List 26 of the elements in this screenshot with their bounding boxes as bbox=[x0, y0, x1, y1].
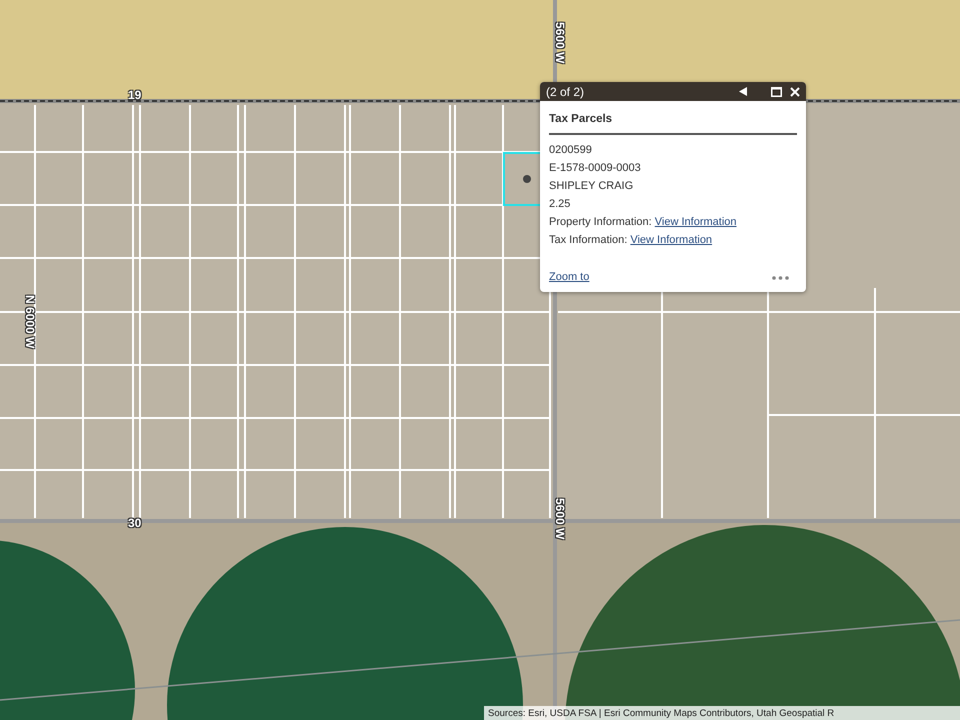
ellipsis-icon bbox=[772, 276, 789, 280]
field-label: Property Information: bbox=[549, 216, 653, 228]
zoom-to-link[interactable]: Zoom to bbox=[549, 269, 590, 286]
close-button[interactable] bbox=[790, 86, 800, 96]
road-label: N 6000 W bbox=[24, 295, 36, 348]
maximize-button[interactable] bbox=[771, 86, 782, 96]
attribute-value: SHIPLEY CRAIG bbox=[549, 179, 634, 194]
view-information-link[interactable]: View Information bbox=[630, 234, 712, 246]
more-options-button[interactable] bbox=[772, 276, 789, 280]
location-dot-icon bbox=[523, 175, 531, 183]
popup-title: Tax Parcels bbox=[549, 111, 797, 136]
left-triangle-icon bbox=[739, 87, 747, 96]
attribute-value: 2.25 bbox=[549, 197, 572, 212]
road-label: 5600 W bbox=[554, 498, 566, 540]
road-label: 19 bbox=[128, 89, 142, 101]
previous-button[interactable] bbox=[739, 87, 747, 96]
attribute-value: E-1578-0009-0003 bbox=[549, 161, 642, 176]
close-icon bbox=[790, 86, 800, 96]
map-attribution: Sources: Esri, USDA FSA | Esri Community Maps Contributors, Utah Geospatial R bbox=[484, 706, 960, 720]
attribute-value: 0200599 bbox=[549, 143, 593, 158]
road-label: 5600 W bbox=[554, 22, 566, 64]
maximize-icon bbox=[771, 86, 782, 96]
popup-pager: (2 of 2) bbox=[546, 84, 584, 100]
view-information-link[interactable]: View Information bbox=[654, 216, 737, 228]
road-label: 30 bbox=[128, 517, 142, 529]
field-label: Tax Information: bbox=[549, 234, 628, 246]
